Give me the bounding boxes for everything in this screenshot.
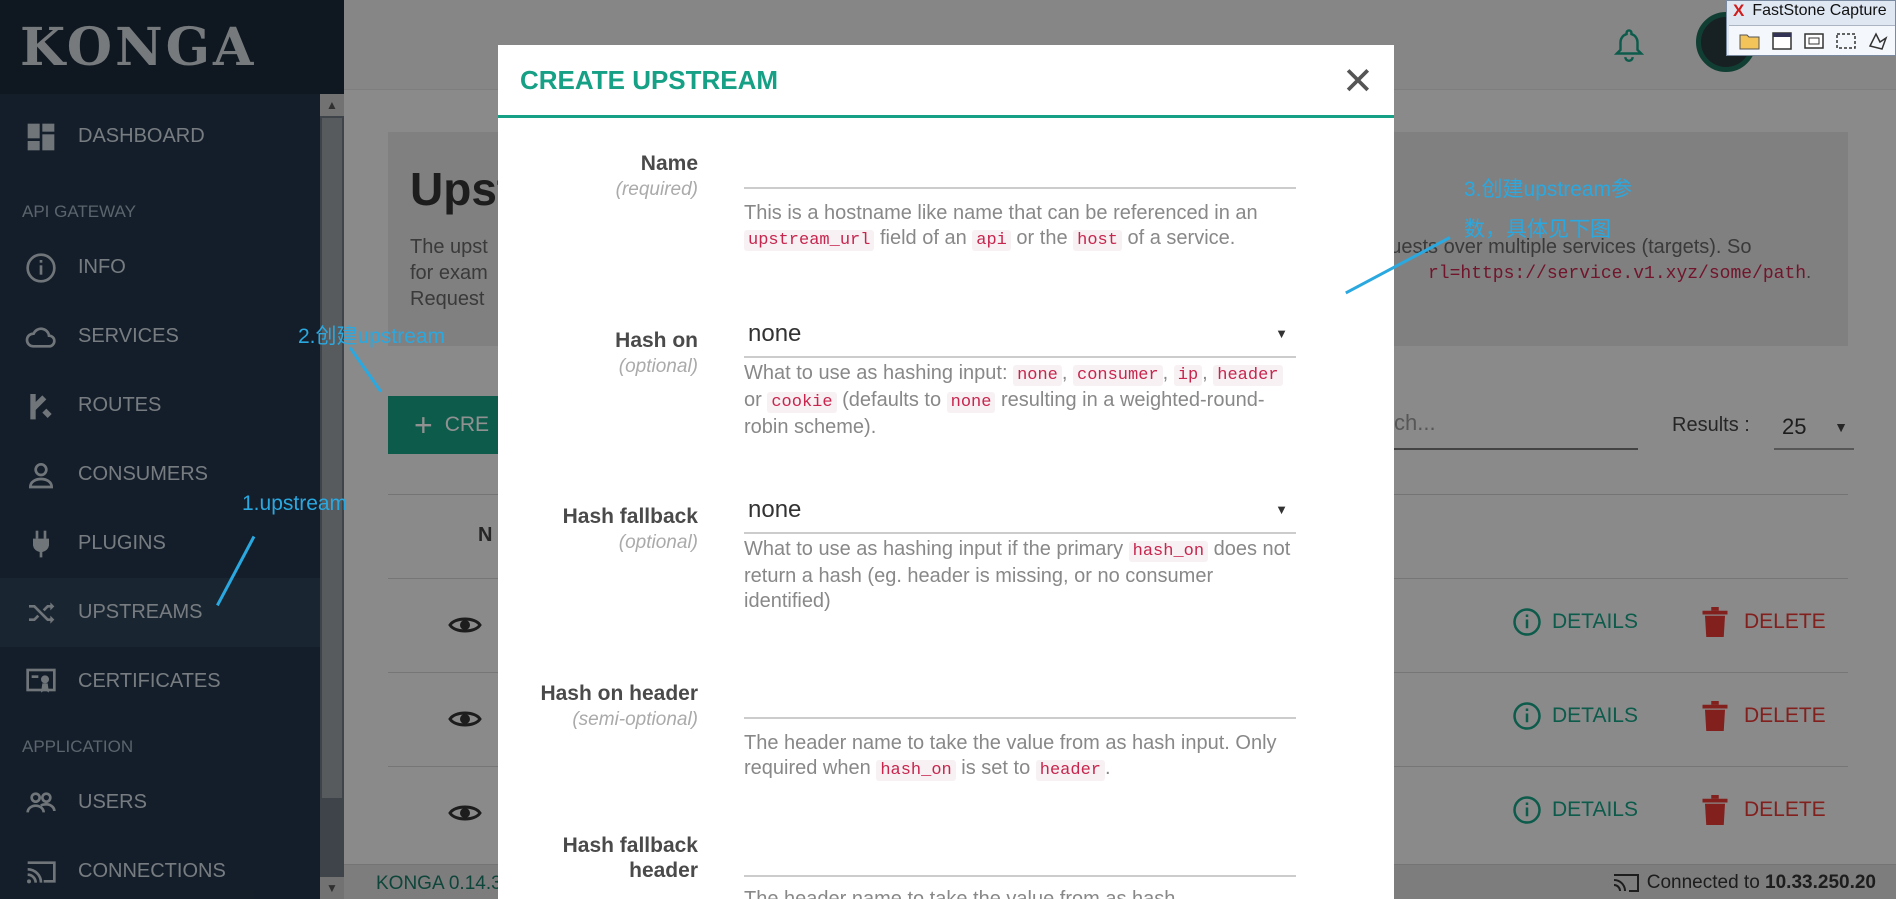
close-icon[interactable]: ✕ bbox=[1342, 59, 1374, 104]
field-label: Hash fallback header bbox=[562, 834, 698, 882]
field-requirement: (optional) bbox=[618, 356, 698, 377]
inline-code: header bbox=[1213, 365, 1283, 386]
inline-code: cookie bbox=[767, 392, 837, 413]
annotation-3: 3.创建upstream参 数，具体见下图 bbox=[1464, 178, 1633, 241]
inline-code: ip bbox=[1173, 365, 1203, 386]
caret-down-icon: ▼ bbox=[1275, 326, 1288, 341]
open-folder-icon[interactable] bbox=[1735, 29, 1764, 53]
modal-header: CREATE UPSTREAM ✕ bbox=[498, 45, 1394, 118]
create-upstream-modal: CREATE UPSTREAM ✕ Name (required) This i… bbox=[498, 45, 1394, 899]
field-help: What to use as hashing input: none, cons… bbox=[744, 361, 1304, 440]
hash-fallback-select[interactable]: none ▼ bbox=[744, 490, 1296, 534]
field-requirement: (optional) bbox=[618, 532, 698, 553]
hash-on-select[interactable]: none ▼ bbox=[744, 314, 1296, 358]
capture-freehand-icon[interactable] bbox=[1863, 29, 1892, 53]
faststone-title[interactable]: X FastStone Capture bbox=[1733, 1, 1887, 21]
faststone-buttons bbox=[1729, 25, 1895, 55]
field-label: Name bbox=[640, 152, 698, 175]
field-requirement: (required) bbox=[615, 179, 698, 200]
faststone-logo-icon: X bbox=[1733, 1, 1745, 20]
name-input[interactable] bbox=[744, 145, 1296, 189]
inline-code: none bbox=[946, 392, 996, 413]
capture-window-icon[interactable] bbox=[1767, 29, 1796, 53]
inline-code: hash_on bbox=[876, 760, 956, 781]
hash-on-header-input[interactable] bbox=[744, 675, 1296, 719]
caret-down-icon: ▼ bbox=[1275, 502, 1288, 517]
field-help: The header name to take the value from a… bbox=[744, 732, 1277, 781]
inline-code: host bbox=[1073, 230, 1122, 251]
capture-rectangle-icon[interactable] bbox=[1831, 29, 1860, 53]
annotation-2: 2.创建upstream bbox=[298, 325, 446, 348]
field-requirement: (semi-optional) bbox=[572, 709, 698, 730]
field-help: This is a hostname like name that can be… bbox=[744, 202, 1258, 251]
inline-code: header bbox=[1035, 760, 1105, 781]
field-label: Hash on header bbox=[540, 682, 698, 705]
inline-code: api bbox=[972, 230, 1011, 251]
modal-title: CREATE UPSTREAM bbox=[520, 65, 779, 95]
capture-object-icon[interactable] bbox=[1799, 29, 1828, 53]
field-help: What to use as hashing input if the prim… bbox=[744, 538, 1291, 612]
field-label: Hash on bbox=[615, 329, 698, 352]
inline-code: upstream_url bbox=[744, 230, 875, 251]
field-help: The header name to take the value from a… bbox=[744, 888, 1176, 899]
faststone-capture-toolbar: X FastStone Capture bbox=[1726, 0, 1896, 56]
inline-code: none bbox=[1013, 365, 1062, 386]
field-label: Hash fallback bbox=[562, 505, 698, 528]
hash-fallback-header-input[interactable] bbox=[744, 833, 1296, 877]
annotation-1: 1.upstream bbox=[242, 492, 348, 515]
inline-code: hash_on bbox=[1128, 541, 1209, 562]
inline-code: consumer bbox=[1073, 365, 1163, 386]
